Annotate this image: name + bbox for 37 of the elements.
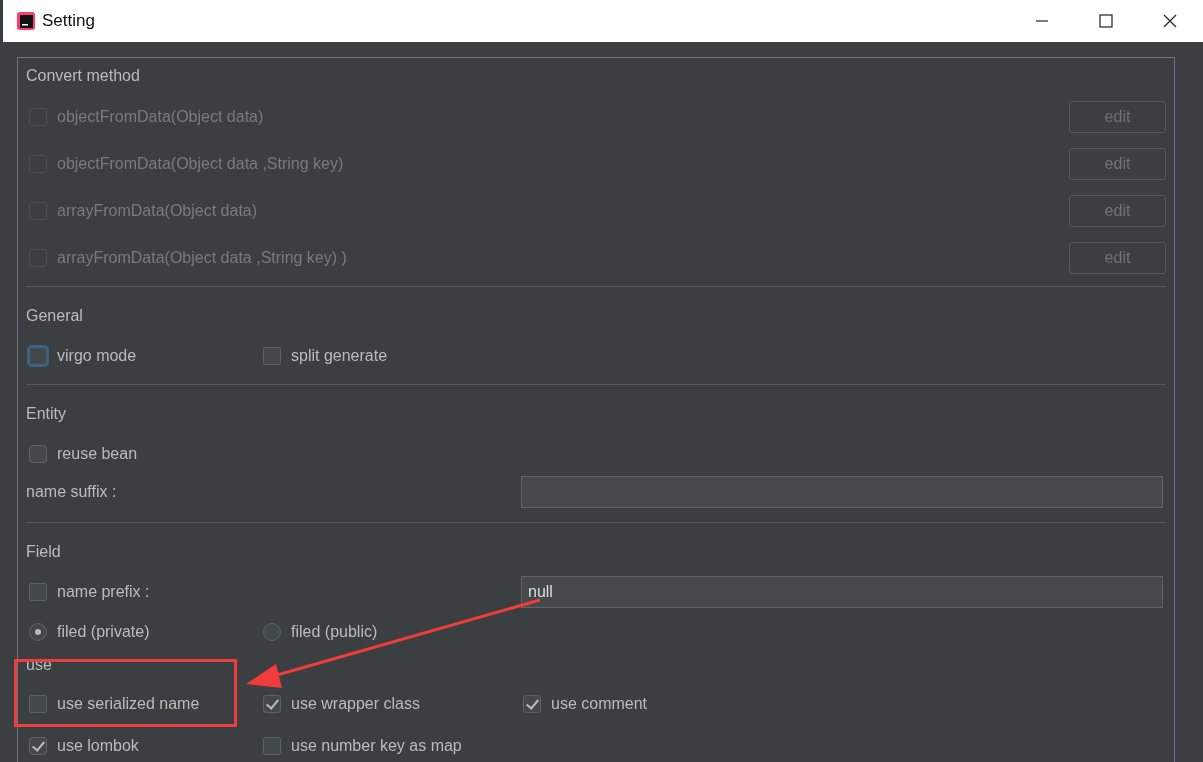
section-title: Entity: [26, 404, 67, 424]
checkbox[interactable]: [29, 347, 47, 365]
checkbox[interactable]: [263, 347, 281, 365]
checkbox-label: use wrapper class: [291, 695, 420, 713]
checkbox-label: objectFromData(Object data ,String key): [57, 154, 344, 173]
checkbox[interactable]: [263, 737, 281, 755]
section-title: Field: [26, 542, 62, 562]
app-logo-icon: [16, 11, 36, 31]
checkbox[interactable]: [29, 445, 47, 463]
checkbox[interactable]: [263, 695, 281, 713]
radio-button[interactable]: [29, 623, 47, 641]
close-icon[interactable]: [1163, 14, 1177, 28]
maximize-icon[interactable]: [1099, 14, 1113, 28]
checkbox-label: reuse bean: [57, 445, 138, 463]
checkbox-label: arrayFromData(Object data): [57, 201, 258, 220]
checkbox-label: name prefix :: [57, 583, 150, 601]
window-title: Setting: [42, 11, 95, 31]
checkbox-label: split generate: [291, 347, 388, 365]
checkbox[interactable]: [29, 583, 47, 601]
field-label: name suffix :: [26, 483, 117, 501]
checkbox[interactable]: [29, 695, 47, 713]
checkbox[interactable]: [29, 737, 47, 755]
checkbox-label: arrayFromData(Object data ,String key) ): [57, 248, 347, 267]
radio-label: filed (private): [57, 623, 150, 641]
checkbox[interactable]: [523, 695, 541, 713]
name-prefix-field[interactable]: null: [521, 576, 1163, 608]
checkbox-label: objectFromData(Object data): [57, 107, 264, 126]
radio-button[interactable]: [263, 623, 281, 641]
section-title: General: [26, 306, 84, 326]
checkbox-label: virgo mode: [57, 347, 137, 365]
checkbox-label: use lombok: [57, 737, 139, 755]
name-suffix-field[interactable]: [521, 476, 1163, 508]
radio-label: filed (public): [291, 623, 378, 641]
checkbox-label: use serialized name: [57, 695, 200, 713]
section-title: Convert method: [26, 66, 141, 86]
checkbox-label: use number key as map: [291, 737, 462, 755]
checkbox-label: use comment: [551, 695, 648, 713]
